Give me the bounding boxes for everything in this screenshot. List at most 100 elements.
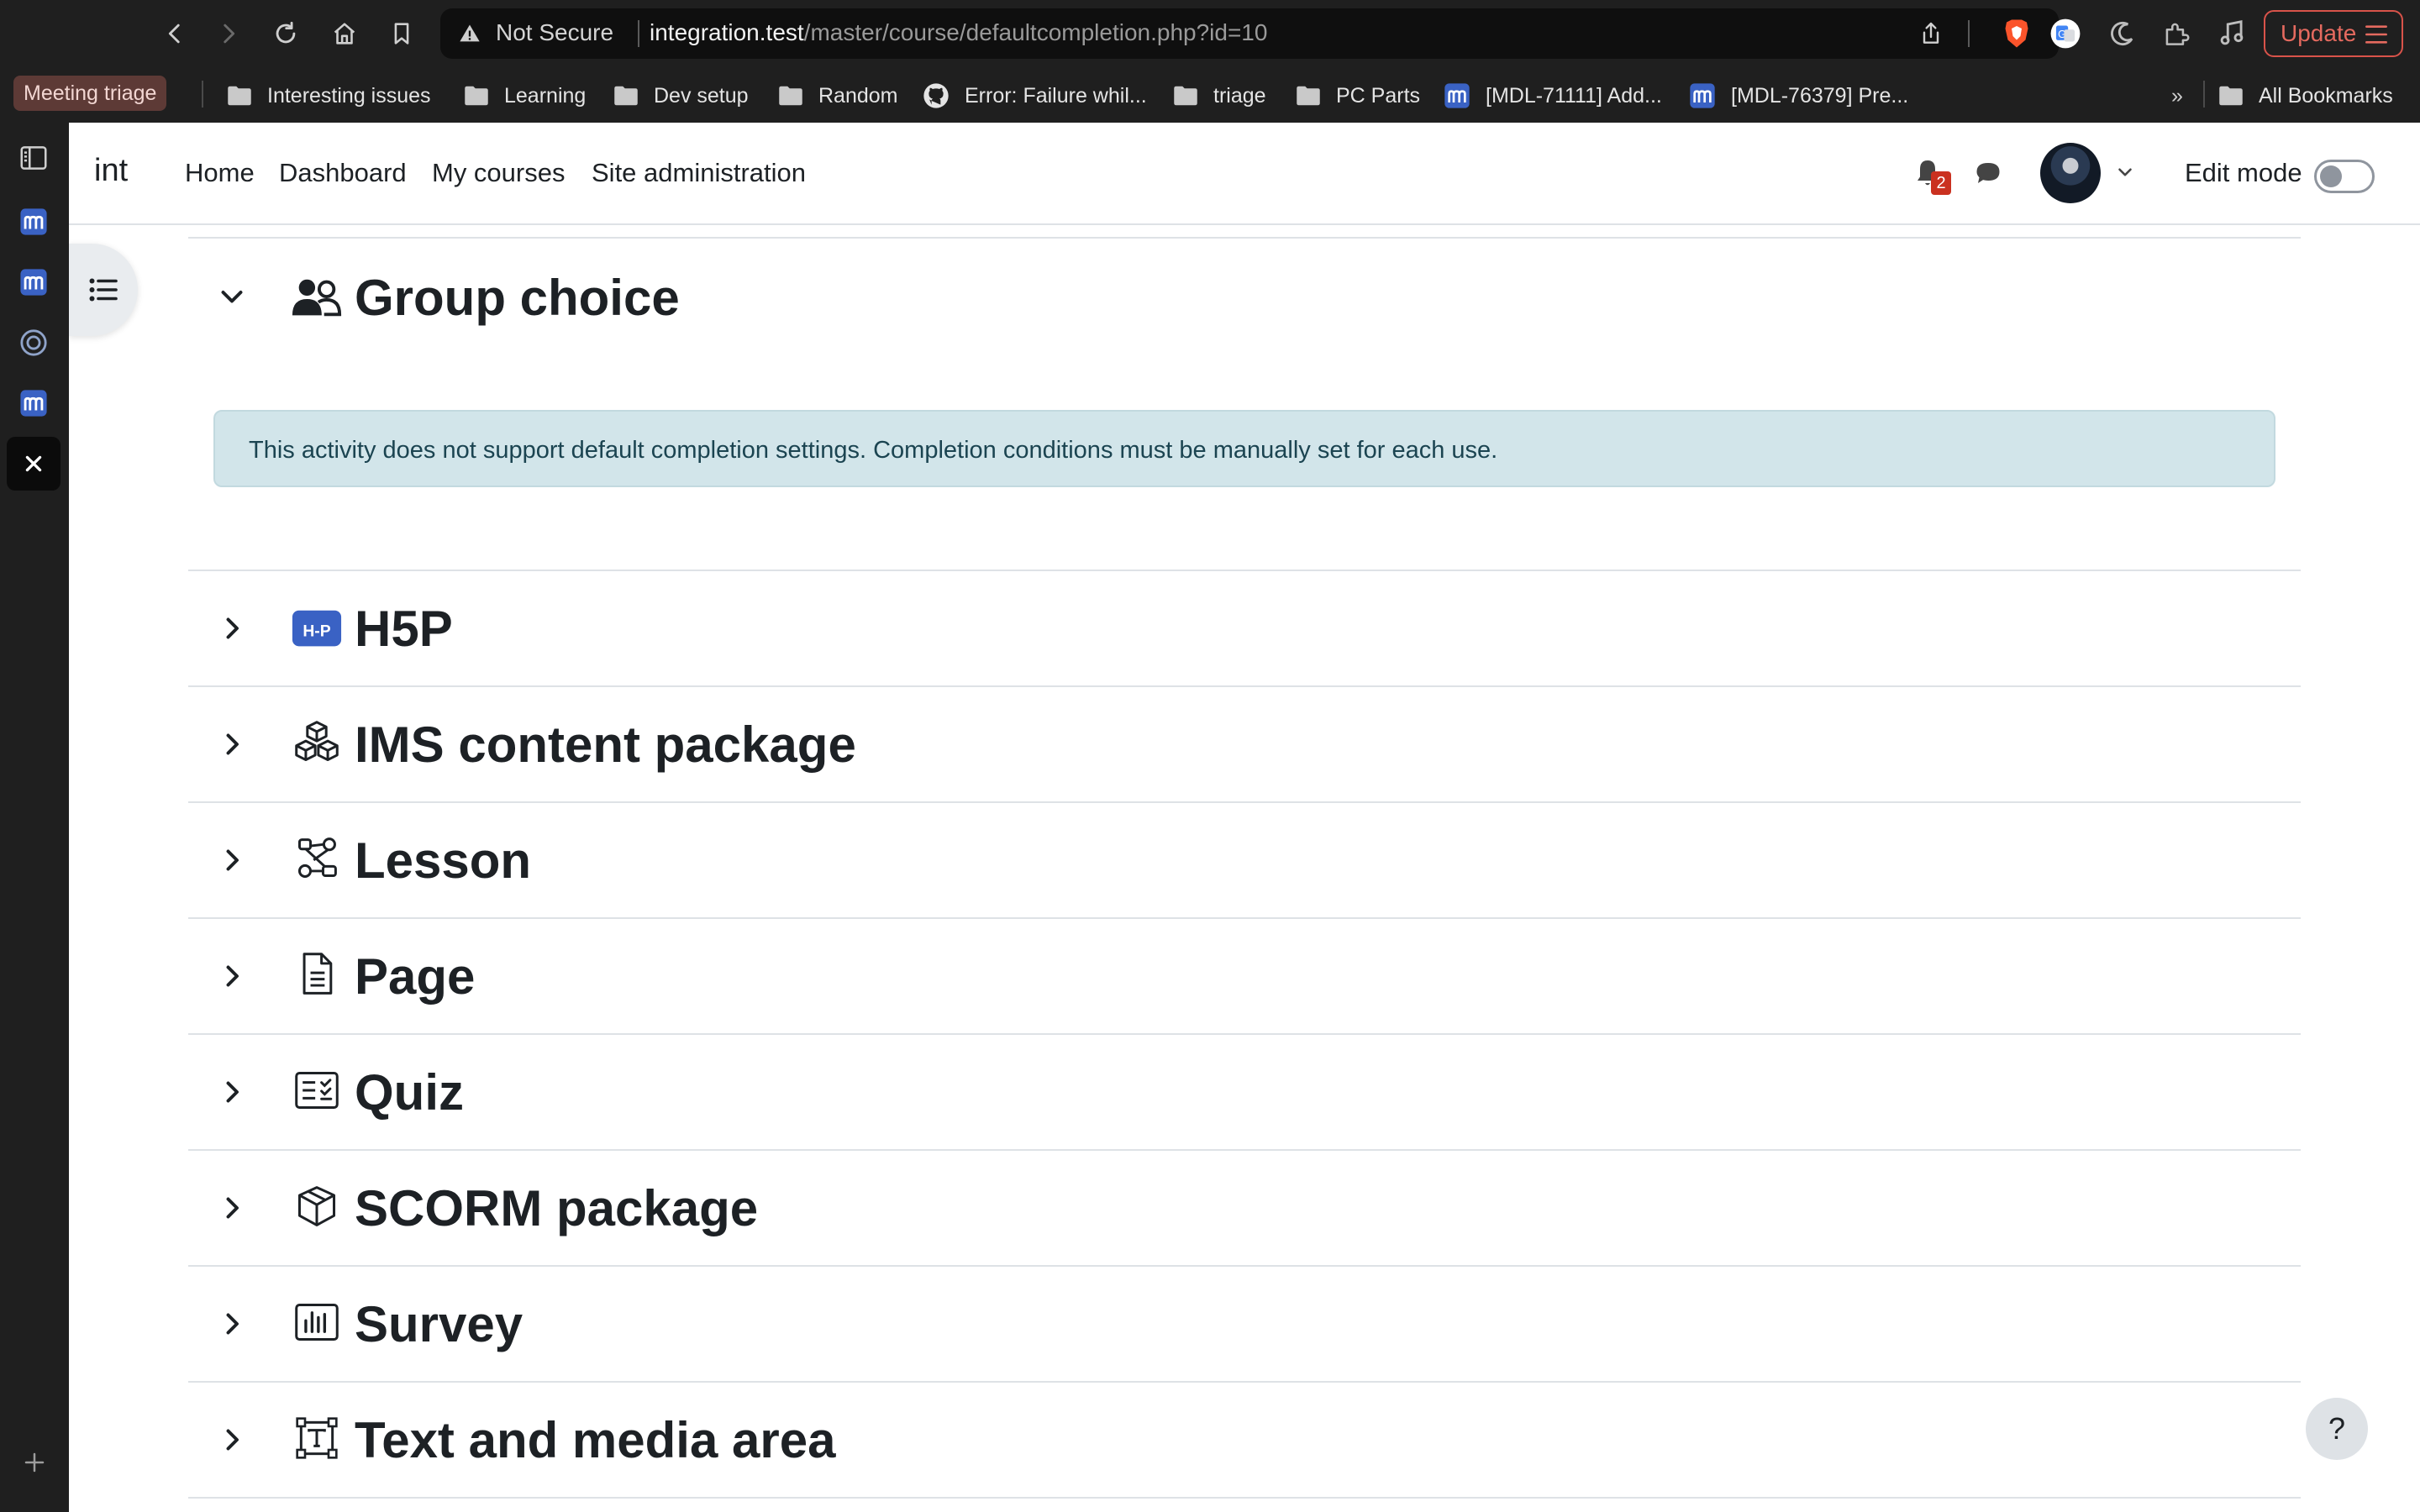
extensions-button[interactable] <box>2158 15 2195 52</box>
survey-icon <box>295 1303 339 1341</box>
help-question-icon: ? <box>2328 1411 2346 1446</box>
section-title[interactable]: SCORM package <box>355 1179 758 1237</box>
bookmark-learning[interactable]: Learning <box>464 81 586 111</box>
moodle-tracker-icon <box>1690 83 1715 108</box>
all-bookmarks[interactable]: All Bookmarks <box>2218 81 2393 111</box>
chevron-right-icon[interactable] <box>217 845 247 875</box>
reload-button[interactable] <box>267 15 304 52</box>
browser-toolbar: Not Secure integration.test/master/cours… <box>0 0 2420 67</box>
sidebar-panel-icon <box>20 146 47 170</box>
bookmark-mdl-76379[interactable]: [MDL-76379] Pre... <box>1689 81 1908 111</box>
bookmark-triage[interactable]: triage <box>1173 81 1266 111</box>
section-h5p: H-P H5P <box>188 570 2301 685</box>
chevron-right-icon[interactable] <box>217 1425 247 1455</box>
chevron-left-icon <box>168 24 180 44</box>
bookmark-label: [MDL-76379] Pre... <box>1731 83 1909 108</box>
section-title[interactable]: IMS content package <box>355 716 856 774</box>
page-icon <box>302 953 333 995</box>
close-icon <box>25 455 42 472</box>
nav-dashboard[interactable]: Dashboard <box>279 158 407 188</box>
section-title[interactable]: Lesson <box>355 832 531 890</box>
github-icon <box>923 83 949 108</box>
update-button[interactable]: Update <box>2264 10 2403 57</box>
media-button[interactable] <box>2213 15 2250 52</box>
url-path: /master/course/defaultcompletion.php?id=… <box>803 19 1268 45</box>
bookmark-meeting-triage[interactable]: Meeting triage <box>13 76 167 111</box>
section-quiz: Quiz <box>188 1033 2301 1149</box>
scorm-icon <box>297 1186 336 1226</box>
chevron-right-icon[interactable] <box>217 1309 247 1339</box>
target-icon <box>20 329 47 356</box>
page-content: int Home Dashboard My courses Site admin… <box>69 123 2420 1512</box>
section-title[interactable]: H5P <box>355 600 453 658</box>
brave-shields-icon[interactable] <box>2002 17 2032 50</box>
list-icon <box>89 278 118 302</box>
section-title[interactable]: Quiz <box>355 1063 464 1121</box>
section-title[interactable]: Page <box>355 948 475 1005</box>
url-text[interactable]: integration.test/master/course/defaultco… <box>650 19 1267 46</box>
sidebar-app-moodle-3[interactable] <box>17 386 50 420</box>
sidebar-close-button[interactable] <box>7 437 60 491</box>
folder-icon <box>2219 86 2243 106</box>
section-scorm-package: SCORM package <box>188 1149 2301 1265</box>
address-bar[interactable]: Not Secure integration.test/master/cours… <box>440 8 2059 59</box>
sidebar-toggle[interactable] <box>17 141 50 175</box>
messages-chat-icon[interactable] <box>1973 158 2003 188</box>
help-button[interactable]: ? <box>2306 1398 2368 1460</box>
bookmark-label: triage <box>1213 83 1266 108</box>
bookmark-pc-parts[interactable]: PC Parts <box>1296 81 1420 111</box>
edit-mode-toggle[interactable] <box>2314 160 2375 193</box>
bookmarks-overflow-button[interactable]: » <box>2171 81 2183 111</box>
nav-site-administration[interactable]: Site administration <box>592 158 806 188</box>
bookmark-random[interactable]: Random <box>778 81 898 111</box>
chevron-right-icon[interactable] <box>217 1193 247 1223</box>
share-icon[interactable] <box>1918 20 1944 47</box>
notification-count-badge: 2 <box>1931 171 1951 195</box>
forward-button[interactable] <box>210 15 247 52</box>
sidebar-app-moodle-1[interactable] <box>17 205 50 239</box>
bookmark-label: PC Parts <box>1336 83 1421 108</box>
nav-my-courses[interactable]: My courses <box>432 158 565 188</box>
sidebar-add-button[interactable] <box>20 1450 49 1478</box>
nav-home[interactable]: Home <box>185 158 255 188</box>
chevron-right-icon[interactable] <box>217 961 247 991</box>
sidebar-app-moodle-2[interactable] <box>17 265 50 299</box>
section-title[interactable]: Survey <box>355 1295 523 1353</box>
moodle-tracker-icon <box>20 269 47 296</box>
home-icon <box>334 23 355 45</box>
h5p-icon: H-P <box>292 610 342 647</box>
section-text-and-media-area: Text and media area <box>188 1381 2301 1497</box>
warning-icon <box>460 24 480 42</box>
bookmark-label: Dev setup <box>654 83 749 108</box>
chevron-right-icon[interactable] <box>217 613 247 643</box>
browser-chrome: Not Secure integration.test/master/cours… <box>0 0 2420 123</box>
chevron-down-icon[interactable] <box>217 282 247 312</box>
section-page: Page <box>188 917 2301 1033</box>
bookmark-interesting-issues[interactable]: Interesting issues <box>227 81 431 111</box>
site-brand[interactable]: int <box>94 153 128 189</box>
edit-mode-label: Edit mode <box>2185 158 2302 187</box>
info-alert: This activity does not support default c… <box>213 410 2275 487</box>
bookmark-button[interactable] <box>383 15 420 52</box>
section-title[interactable]: Text and media area <box>355 1411 835 1469</box>
url-host: integration.test <box>650 19 804 45</box>
translate-extension[interactable]: G <box>2047 15 2084 52</box>
extension-c[interactable] <box>2104 15 2141 52</box>
bookmark-icon <box>394 23 409 45</box>
chevron-down-icon[interactable] <box>2114 161 2136 183</box>
bookmark-error-failure[interactable]: Error: Failure whil... <box>923 81 1147 111</box>
folder-icon <box>779 86 802 106</box>
back-button[interactable] <box>156 15 193 52</box>
security-status[interactable]: Not Secure <box>496 19 613 46</box>
music-note-icon <box>2220 20 2244 45</box>
home-button[interactable] <box>326 15 363 52</box>
section-title[interactable]: Group choice <box>355 269 680 327</box>
sidebar-app-circle[interactable] <box>17 326 50 360</box>
bookmark-mdl-71111[interactable]: [MDL-71111] Add... <box>1444 81 1662 111</box>
moodle-tracker-icon <box>20 208 47 235</box>
user-avatar[interactable] <box>2040 143 2101 203</box>
bookmark-dev-setup[interactable]: Dev setup <box>613 81 749 111</box>
chevron-right-icon[interactable] <box>217 729 247 759</box>
chevron-right-icon[interactable] <box>217 1077 247 1107</box>
course-index-button[interactable] <box>69 244 138 336</box>
